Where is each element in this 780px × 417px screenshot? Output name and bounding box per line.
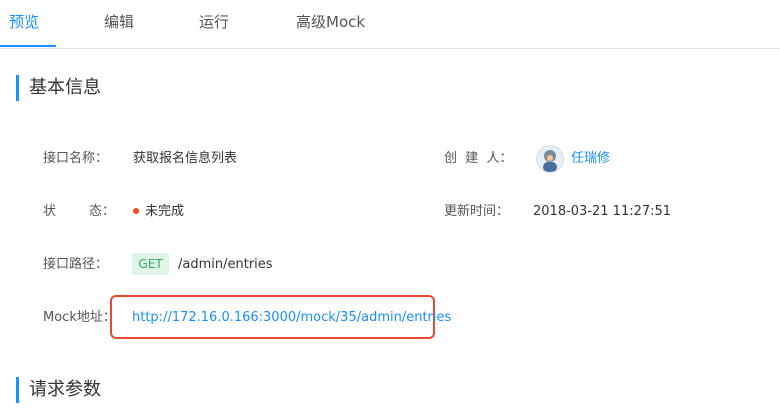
request-params-title: 请求参数: [16, 377, 101, 403]
api-name-label: 接口名称：: [43, 151, 109, 166]
status-value: 未完成: [145, 204, 185, 219]
api-detail-page: 预览 编辑 运行 高级Mock 基本信息 接口名称： 获取报名信息列表 创 建 …: [0, 0, 780, 417]
creator-link[interactable]: 任瑞修: [571, 150, 610, 168]
tab-preview[interactable]: 预览: [9, 12, 39, 32]
api-path-value: /admin/entries: [178, 257, 273, 272]
api-name-value: 获取报名信息列表: [133, 151, 238, 166]
view-tabs: 预览 编辑 运行 高级Mock: [0, 0, 780, 49]
method-badge: GET: [132, 253, 169, 275]
tab-advanced-mock[interactable]: 高级Mock: [296, 12, 365, 32]
status-label: 状 态：: [43, 204, 116, 219]
mock-address-link[interactable]: http://172.16.0.166:3000/mock/35/admin/e…: [132, 309, 451, 327]
tab-run[interactable]: 运行: [199, 12, 229, 32]
creator-label: 创 建 人：: [444, 151, 513, 166]
api-path-label: 接口路径：: [43, 257, 109, 272]
status-value-wrap: 未完成: [133, 203, 184, 221]
basic-info-title: 基本信息: [16, 75, 101, 101]
creator-avatar[interactable]: [536, 145, 564, 173]
updated-time-value: 2018-03-21 11:27:51: [533, 204, 672, 219]
updated-time-label: 更新时间：: [444, 204, 510, 219]
tab-edit[interactable]: 编辑: [104, 12, 134, 32]
active-tab-indicator: [0, 45, 56, 47]
user-avatar-icon: [543, 150, 557, 172]
mock-address-label: Mock地址：: [43, 310, 116, 325]
status-dot-icon: [133, 207, 139, 214]
